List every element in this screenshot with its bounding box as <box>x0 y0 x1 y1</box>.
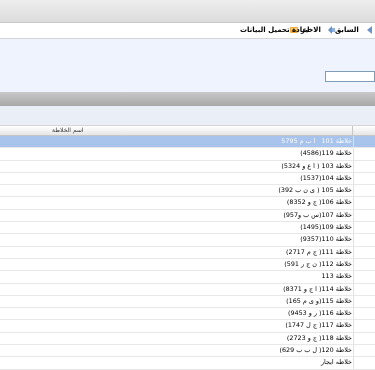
column-header-mixer-name[interactable]: اسم الخلاطة <box>52 127 84 135</box>
filter-panel <box>0 39 375 92</box>
mixer-name-cell: خلاطة 106( ج و 8352) <box>286 198 352 207</box>
table-row[interactable]: خلاطة 118( ج و 2723) <box>0 332 375 346</box>
row-indicator[interactable] <box>353 308 375 320</box>
row-indicator[interactable] <box>353 283 375 295</box>
mixer-name-cell: خلاطة 120( ل ب ب 629) <box>279 346 352 355</box>
mixer-name-cell: خلاطة 119(4586) <box>300 149 352 158</box>
table-row[interactable]: خلاطة 103 ( ا ع و 5324) <box>0 160 375 173</box>
column-divider <box>352 126 353 136</box>
table-row[interactable]: خلاطة 116( ر و 9453) <box>0 308 375 321</box>
mixer-name-cell: خلاطة 118( ج و 2723) <box>286 333 352 342</box>
table-row[interactable]: خلاطه ايجار <box>0 357 375 370</box>
row-indicator[interactable] <box>353 172 375 185</box>
table-row[interactable]: خلاطة 111( ج م 2717) <box>0 246 375 259</box>
row-indicator[interactable] <box>353 136 375 148</box>
row-indicator[interactable] <box>353 332 375 345</box>
mixer-name-cell: خلاطة 110(9357) <box>300 235 352 244</box>
mixer-name-cell: خلاطه ايجار <box>320 358 352 367</box>
mixer-name-cell: خلاطة 116( ر و 9453) <box>287 309 352 318</box>
table-row[interactable]: خلاطة 113 <box>0 271 375 284</box>
table-row[interactable]: خلاطة 101 ا ب م 5795 <box>0 136 375 149</box>
back-arrow-icon[interactable] <box>365 25 375 35</box>
table-row[interactable]: خلاطة 112( ن ج ر 591) <box>0 258 375 272</box>
mixer-name-cell: خلاطة 114( ا ج و 8371) <box>283 284 352 293</box>
table-row[interactable]: خلاطة 117( ج ل 1747) <box>0 320 375 333</box>
toolbar: السابق الاخير اعادة تحميل البيانات <box>0 23 375 39</box>
mixer-name-cell: خلاطة 101 ا ب م 5795 <box>281 137 352 145</box>
table-row[interactable]: خلاطة 115(و ى م 165) <box>0 295 375 309</box>
mixer-name-cell: خلاطة 103 ( ا ع و 5324) <box>281 161 352 170</box>
mixer-name-cell: خلاطة 105 ( ى ن ب 392) <box>278 186 352 195</box>
row-indicator[interactable] <box>353 209 375 222</box>
last-arrow-icon[interactable] <box>326 25 336 35</box>
row-indicator[interactable] <box>353 320 375 332</box>
row-indicator[interactable] <box>353 357 375 369</box>
table-row[interactable]: خلاطة 107(س ب و957) <box>0 209 375 223</box>
row-indicator[interactable] <box>353 160 375 172</box>
row-indicator[interactable] <box>353 148 375 160</box>
mixer-name-cell: خلاطة 107(س ب و957) <box>283 210 352 219</box>
table-row[interactable]: خلاطة 104(1537) <box>0 172 375 186</box>
mixer-name-cell: خلاطة 111( ج م 2717) <box>286 247 352 256</box>
mixer-name-cell: خلاطة 112( ن ج ر 591) <box>284 259 352 268</box>
table-row[interactable]: خلاطة 105 ( ى ن ب 392) <box>0 185 375 198</box>
row-indicator[interactable] <box>353 271 375 283</box>
grid-header: اسم الخلاطة <box>0 125 375 136</box>
mixer-name-cell: خلاطة 115(و ى م 165) <box>286 296 352 305</box>
row-indicator[interactable] <box>353 345 375 357</box>
row-indicator[interactable] <box>353 234 375 246</box>
row-indicator[interactable] <box>353 295 375 308</box>
window-titlebar <box>0 0 375 23</box>
previous-button[interactable]: السابق <box>335 25 359 36</box>
table-row[interactable]: خلاطة 119(4586) <box>0 148 375 161</box>
table-row[interactable]: خلاطة 110(9357) <box>0 234 375 247</box>
row-indicator[interactable] <box>353 246 375 258</box>
table-row[interactable]: خلاطة 109(1495) <box>0 222 375 235</box>
grid-rows: خلاطة 101 ا ب م 5795 خلاطة 119(4586) خلاطة… <box>0 136 375 370</box>
row-indicator[interactable] <box>353 222 375 234</box>
row-indicator[interactable] <box>353 197 375 209</box>
mixer-name-cell: خلاطة 117( ج ل 1747) <box>285 321 352 330</box>
header-band <box>0 92 375 106</box>
mixer-name-cell: خلاطة 113 <box>321 272 352 281</box>
table-row[interactable]: خلاطة 120( ل ب ب 629) <box>0 345 375 358</box>
row-indicator[interactable] <box>353 258 375 271</box>
table-row[interactable]: خلاطة 106( ج و 8352) <box>0 197 375 210</box>
reload-data-button[interactable]: اعادة تحميل البيانات <box>240 25 310 36</box>
row-indicator[interactable] <box>353 185 375 197</box>
table-row[interactable]: خلاطة 114( ا ج و 8371) <box>0 283 375 296</box>
group-band <box>0 106 375 125</box>
mixer-name-cell: خلاطة 104(1537) <box>300 173 352 182</box>
search-input[interactable] <box>325 71 375 82</box>
mixer-name-cell: خلاطة 109(1495) <box>300 223 352 232</box>
